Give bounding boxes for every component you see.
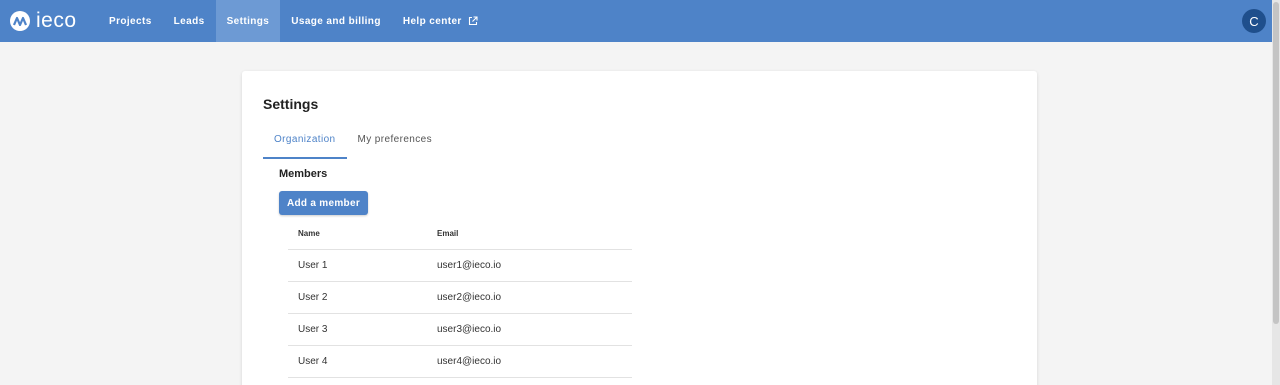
tab-my-preferences[interactable]: My preferences xyxy=(347,128,444,159)
nav-item-help-center-label: Help center xyxy=(402,15,462,27)
nav-item-leads[interactable]: Leads xyxy=(163,0,216,42)
top-navbar: ieco Projects Leads Settings Usage and b… xyxy=(0,0,1272,42)
add-member-button[interactable]: Add a member xyxy=(279,191,368,215)
member-email: user1@ieco.io xyxy=(427,249,632,282)
member-email: user4@ieco.io xyxy=(427,345,632,378)
logo[interactable]: ieco xyxy=(0,0,98,42)
external-link-icon xyxy=(468,16,478,26)
column-header-name[interactable]: Name xyxy=(288,219,427,250)
nav-item-usage-billing[interactable]: Usage and billing xyxy=(280,0,392,42)
table-header-row: Name Email xyxy=(288,219,632,250)
table-row[interactable]: User 1 user1@ieco.io xyxy=(288,249,632,282)
settings-tabs: Organization My preferences xyxy=(263,128,443,159)
table-row[interactable]: User 3 user3@ieco.io xyxy=(288,313,632,346)
members-table: Name Email User 1 user1@ieco.io User 2 u… xyxy=(288,219,632,378)
scrollbar-thumb[interactable] xyxy=(1273,2,1279,324)
page-scrollbar[interactable] xyxy=(1272,0,1280,385)
page-title: Settings xyxy=(263,96,319,112)
table-row[interactable]: User 2 user2@ieco.io xyxy=(288,281,632,314)
nav-item-projects[interactable]: Projects xyxy=(98,0,163,42)
settings-card: Settings Organization My preferences Mem… xyxy=(242,71,1037,385)
logo-icon xyxy=(10,11,30,31)
main-nav: Projects Leads Settings Usage and billin… xyxy=(98,0,489,42)
tab-organization[interactable]: Organization xyxy=(263,128,347,159)
member-name: User 1 xyxy=(288,249,427,282)
members-section-title: Members xyxy=(279,168,328,180)
member-name: User 3 xyxy=(288,313,427,346)
member-email: user3@ieco.io xyxy=(427,313,632,346)
member-email: user2@ieco.io xyxy=(427,281,632,314)
table-row[interactable]: User 4 user4@ieco.io xyxy=(288,345,632,378)
logo-text: ieco xyxy=(36,9,77,32)
nav-item-help-center[interactable]: Help center xyxy=(392,0,489,42)
member-name: User 2 xyxy=(288,281,427,314)
avatar[interactable]: C xyxy=(1242,9,1266,33)
column-header-email[interactable]: Email xyxy=(427,219,632,250)
member-name: User 4 xyxy=(288,345,427,378)
nav-item-settings[interactable]: Settings xyxy=(215,0,281,42)
